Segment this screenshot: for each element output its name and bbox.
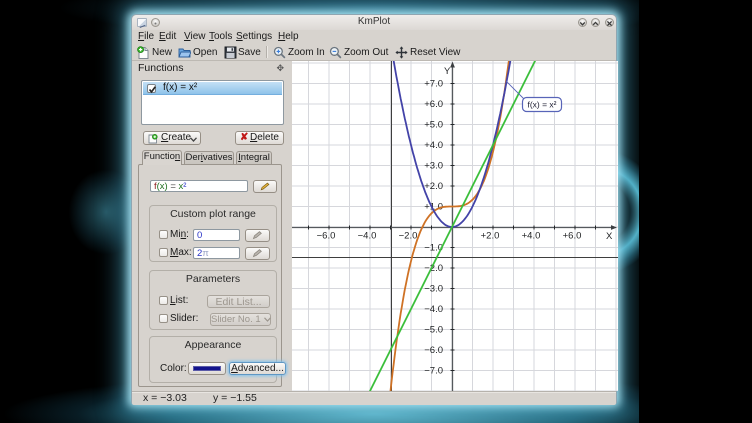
svg-text:−7.0: −7.0 (424, 366, 443, 377)
svg-text:+6.0: +6.0 (563, 231, 582, 242)
svg-text:+4.0: +4.0 (522, 231, 541, 242)
svg-text:+2.0: +2.0 (424, 181, 443, 192)
svg-text:−2.0: −2.0 (399, 231, 418, 242)
svg-text:−3.0: −3.0 (424, 284, 443, 295)
svg-text:+2.0: +2.0 (481, 231, 500, 242)
svg-text:−4.0: −4.0 (358, 231, 377, 242)
svg-text:−6.0: −6.0 (424, 345, 443, 356)
svg-text:+6.0: +6.0 (424, 99, 443, 110)
svg-text:Y: Y (444, 66, 451, 77)
svg-text:f(x) = x²: f(x) = x² (527, 100, 556, 110)
svg-text:−5.0: −5.0 (424, 325, 443, 336)
svg-text:+7.0: +7.0 (424, 79, 443, 90)
svg-text:−6.0: −6.0 (317, 231, 336, 242)
svg-text:X: X (606, 231, 613, 242)
svg-text:+4.0: +4.0 (424, 140, 443, 151)
svg-text:+3.0: +3.0 (424, 161, 443, 172)
svg-text:−4.0: −4.0 (424, 304, 443, 315)
svg-text:+5.0: +5.0 (424, 120, 443, 131)
